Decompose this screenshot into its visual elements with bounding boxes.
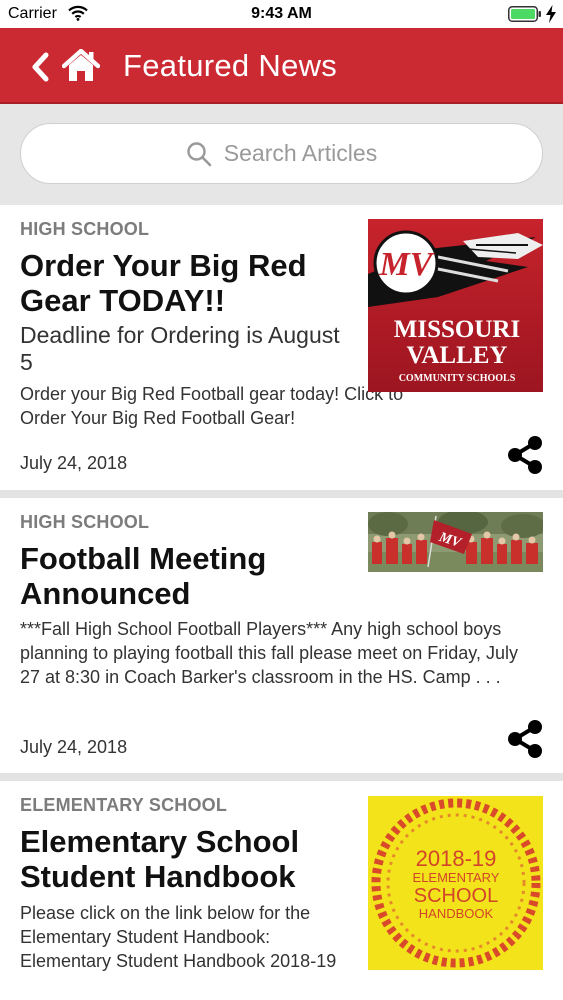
- missouri-valley-logo: MV MISSOURI VALLEY COMMUNITY SCHOOLS: [368, 219, 543, 392]
- article-card[interactable]: HIGH SCHOOL Football Meeting Announced *…: [0, 498, 563, 773]
- search-icon: [187, 141, 212, 166]
- article-date: July 24, 2018: [20, 453, 128, 473]
- article-title: Order Your Big Red Gear TODAY!!: [20, 248, 307, 318]
- article-category: HIGH SCHOOL: [20, 512, 150, 532]
- battery-icon: [508, 6, 541, 22]
- football-team-photo: MV: [368, 512, 543, 572]
- handbook-line-3: SCHOOL: [414, 885, 498, 907]
- article-title: Elementary School Student Handbook: [20, 824, 300, 894]
- status-bar: Carrier 9:43 AM: [0, 0, 563, 28]
- article-thumbnail-handbook: 2018-19 ELEMENTARY SCHOOL HANDBOOK: [368, 796, 543, 970]
- handbook-line-2: ELEMENTARY: [413, 870, 500, 885]
- article-summary: Please click on the link below for the E…: [20, 903, 337, 971]
- divider: [0, 773, 563, 781]
- search-input[interactable]: Search Articles: [20, 123, 543, 184]
- handbook-line-4: HANDBOOK: [419, 906, 494, 921]
- page-title: Featured News: [123, 48, 338, 83]
- article-summary: ***Fall High School Football Players*** …: [20, 619, 518, 687]
- article-category: ELEMENTARY SCHOOL: [20, 795, 228, 815]
- divider: [0, 490, 563, 498]
- logo-line-2: VALLEY: [407, 342, 508, 369]
- search-section: Search Articles: [0, 104, 563, 205]
- share-icon[interactable]: [506, 435, 544, 475]
- article-subtitle: Deadline for Ordering is August 5: [20, 322, 340, 375]
- article-thumbnail-mv-logo: MV MISSOURI VALLEY COMMUNITY SCHOOLS: [368, 219, 543, 392]
- handbook-line-1: 2018-19: [416, 846, 497, 871]
- article-title: Football Meeting Announced: [20, 541, 267, 611]
- article-thumbnail-football-photo: MV: [368, 512, 543, 572]
- home-icon[interactable]: [62, 49, 100, 83]
- logo-letters: MV: [379, 246, 435, 283]
- article-date: July 24, 2018: [20, 737, 128, 757]
- logo-line-1: MISSOURI: [394, 316, 520, 343]
- share-icon[interactable]: [506, 719, 544, 759]
- logo-line-3: COMMUNITY SCHOOLS: [399, 373, 516, 384]
- article-category: HIGH SCHOOL: [20, 219, 150, 239]
- handbook-cover: 2018-19 ELEMENTARY SCHOOL HANDBOOK: [368, 796, 543, 970]
- status-time: 9:43 AM: [251, 5, 312, 22]
- chevron-left-icon[interactable]: [30, 52, 50, 82]
- article-card[interactable]: ELEMENTARY SCHOOL Elementary School Stud…: [0, 781, 563, 1000]
- search-placeholder: Search Articles: [223, 140, 378, 166]
- nav-bar: Featured News: [0, 28, 563, 104]
- article-card[interactable]: HIGH SCHOOL Order Your Big Red Gear TODA…: [0, 205, 563, 490]
- charging-bolt-icon: [546, 5, 556, 23]
